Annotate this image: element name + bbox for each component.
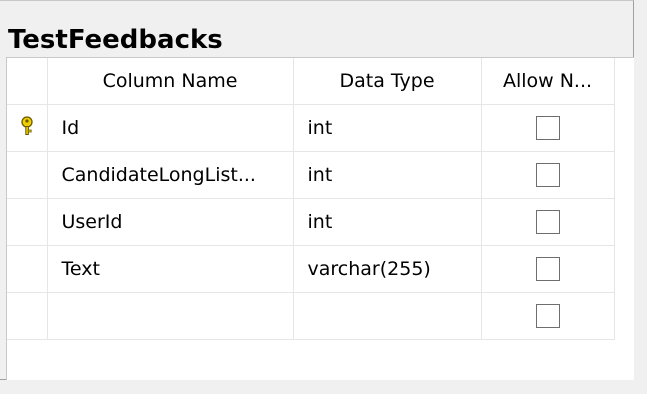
columns-grid: Column Name Data Type Allow N... Id int … [6,57,634,380]
data-type-cell[interactable]: int [293,104,482,152]
header-allow-nulls[interactable]: Allow N... [481,58,615,105]
allow-nulls-cell [481,245,615,293]
table-row[interactable]: CandidateLongList... int [7,151,615,199]
allow-nulls-checkbox[interactable] [535,116,560,140]
header-data-type[interactable]: Data Type [293,58,482,105]
table-row[interactable]: Text varchar(255) [7,245,615,293]
allow-nulls-checkbox[interactable] [535,257,560,281]
header-column-name[interactable]: Column Name [47,58,294,105]
allow-nulls-checkbox[interactable] [535,210,560,234]
data-type-cell[interactable]: int [293,198,482,246]
row-selector[interactable] [7,245,48,293]
table-title: TestFeedbacks [8,25,223,55]
header-row: Column Name Data Type Allow N... [7,58,615,105]
column-name-cell[interactable]: UserId [47,198,294,246]
allow-nulls-cell [481,151,615,199]
data-type-cell[interactable]: int [293,151,482,199]
row-selector[interactable] [7,198,48,246]
header-row-selector[interactable] [7,58,48,105]
table-row[interactable]: UserId int [7,198,615,246]
row-selector[interactable] [7,292,48,340]
allow-nulls-cell [481,198,615,246]
data-type-cell[interactable] [293,292,482,340]
table-row-new[interactable] [7,292,615,340]
columns-table: Column Name Data Type Allow N... Id int … [7,58,615,340]
row-selector[interactable] [7,104,48,152]
table-row[interactable]: Id int [7,104,615,152]
row-selector[interactable] [7,151,48,199]
allow-nulls-cell [481,292,615,340]
table-designer-panel: TestFeedbacks Column Name Data Type Allo… [0,0,634,380]
allow-nulls-cell [481,104,615,152]
column-name-cell[interactable]: Id [47,104,294,152]
column-name-cell[interactable]: CandidateLongList... [47,151,294,199]
allow-nulls-checkbox[interactable] [535,163,560,187]
column-name-cell[interactable] [47,292,294,340]
key-icon [19,115,35,141]
allow-nulls-checkbox[interactable] [535,304,560,328]
column-name-cell[interactable]: Text [47,245,294,293]
data-type-cell[interactable]: varchar(255) [293,245,482,293]
